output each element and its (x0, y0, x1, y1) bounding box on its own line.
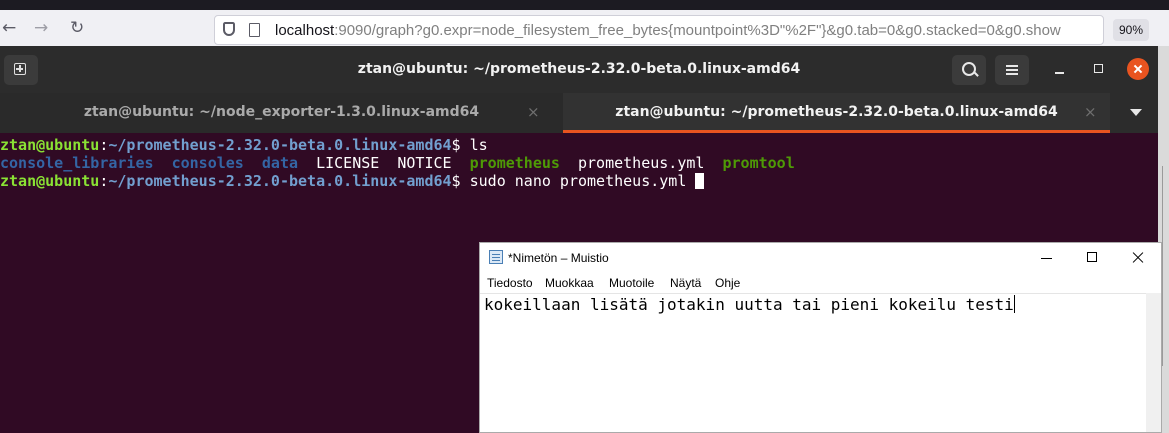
forward-arrow-icon[interactable]: → (34, 20, 48, 37)
terminal-line: ztan@ubuntu:~/prometheus-2.32.0-beta.0.l… (0, 136, 488, 154)
tab-label: ztan@ubuntu: ~/prometheus-2.32.0-beta.0.… (615, 104, 1058, 120)
notepad-icon (489, 250, 503, 264)
hamburger-icon-bar (1006, 69, 1018, 71)
tab-close-icon[interactable]: × (527, 93, 540, 131)
terminal-tab-bar: ztan@ubuntu: ~/node_exporter-1.3.0.linux… (0, 93, 1158, 133)
tab-close-icon[interactable]: × (1084, 93, 1097, 131)
notepad-text-line: kokeillaan lisätä jotakin uutta tai pien… (484, 294, 1015, 316)
page-icon[interactable] (249, 23, 260, 37)
tab-label: ztan@ubuntu: ~/node_exporter-1.3.0.linux… (83, 104, 480, 120)
notepad-close-button[interactable] (1126, 247, 1150, 269)
prompt-symbol: $ (451, 136, 470, 154)
terminal-line: console_libraries consoles data LICENSE … (0, 154, 795, 172)
browser-tab-strip (0, 0, 1169, 10)
ls-entry-exe: promtool (722, 154, 795, 172)
close-button[interactable] (1127, 58, 1149, 80)
ls-entry-file: LICENSE (316, 154, 380, 172)
notepad-window: *Nimetön – Muistio Tiedosto Muokkaa Muot… (479, 242, 1162, 433)
maximize-icon (1094, 64, 1103, 73)
prompt-symbol: $ (451, 172, 470, 190)
notepad-title: *Nimetön – Muistio (508, 251, 609, 265)
zoom-level-button[interactable]: 90% (1113, 19, 1149, 41)
menu-edit[interactable]: Muokkaa (545, 276, 594, 290)
maximize-icon (1087, 252, 1097, 262)
command-text: sudo nano prometheus.yml (469, 172, 696, 190)
shield-icon[interactable] (223, 22, 235, 36)
ls-entry-dir: console_libraries (0, 154, 154, 172)
ls-entry-file: prometheus.yml (578, 154, 705, 172)
prompt-path: ~/prometheus-2.32.0-beta.0.linux-amd64 (108, 136, 452, 154)
terminal-titlebar: ztan@ubuntu: ~/prometheus-2.32.0-beta.0.… (0, 46, 1158, 93)
divider (1162, 166, 1163, 366)
url-host: localhost (275, 22, 335, 39)
prompt-path: ~/prometheus-2.32.0-beta.0.linux-amd64 (108, 172, 452, 190)
notepad-maximize-button[interactable] (1081, 247, 1105, 269)
notepad-content: kokeillaan lisätä jotakin uutta tai pien… (484, 295, 1014, 314)
hamburger-icon-bar (1006, 65, 1018, 67)
tab-prometheus[interactable]: ztan@ubuntu: ~/prometheus-2.32.0-beta.0.… (563, 93, 1110, 133)
hamburger-menu-button[interactable] (995, 55, 1029, 85)
search-icon-handle (973, 71, 979, 77)
notepad-scrollbar[interactable] (1146, 293, 1161, 432)
minimize-button[interactable] (1050, 59, 1070, 79)
new-tab-button[interactable] (4, 55, 38, 85)
maximize-button[interactable] (1089, 59, 1109, 79)
notepad-minimize-button[interactable] (1035, 247, 1059, 269)
address-bar-url[interactable]: localhost:9090/graph?g0.expr=node_filesy… (275, 22, 1100, 39)
minimize-icon (1055, 72, 1064, 74)
tab-list-dropdown-icon[interactable] (1130, 109, 1142, 116)
notepad-titlebar[interactable]: *Nimetön – Muistio (480, 243, 1161, 273)
address-bar[interactable]: localhost:9090/graph?g0.expr=node_filesy… (214, 15, 1104, 45)
terminal-line: ztan@ubuntu:~/prometheus-2.32.0-beta.0.l… (0, 172, 705, 190)
menu-format[interactable]: Muotoile (609, 276, 654, 290)
notepad-menubar: Tiedosto Muokkaa Muotoile Näytä Ohje (480, 273, 1161, 293)
browser-toolbar: ← → ↻ localhost:9090/graph?g0.expr=node_… (0, 0, 1169, 46)
notepad-text-area[interactable]: kokeillaan lisätä jotakin uutta tai pien… (480, 293, 1146, 432)
prompt-user: ztan@ubuntu (0, 136, 100, 154)
menu-file[interactable]: Tiedosto (487, 276, 533, 290)
minimize-icon (1041, 258, 1052, 259)
text-caret (1013, 295, 1015, 313)
terminal-cursor (695, 173, 705, 189)
ls-entry-exe: prometheus (469, 154, 560, 172)
url-path: :9090/graph?g0.expr=node_filesystem_free… (334, 22, 1061, 39)
ls-entry-file: NOTICE (397, 154, 452, 172)
menu-help[interactable]: Ohje (715, 276, 740, 290)
prompt-user: ztan@ubuntu (0, 172, 100, 190)
hamburger-icon-bar (1006, 73, 1018, 75)
back-arrow-icon[interactable]: ← (2, 20, 16, 37)
ls-entry-dir: data (261, 154, 299, 172)
command-text: ls (469, 136, 488, 154)
ls-entry-dir: consoles (171, 154, 244, 172)
menu-view[interactable]: Näytä (670, 276, 701, 290)
new-tab-icon (14, 63, 26, 75)
tab-node-exporter[interactable]: ztan@ubuntu: ~/node_exporter-1.3.0.linux… (0, 93, 563, 133)
search-button[interactable] (952, 55, 986, 85)
reload-icon[interactable]: ↻ (70, 20, 84, 37)
